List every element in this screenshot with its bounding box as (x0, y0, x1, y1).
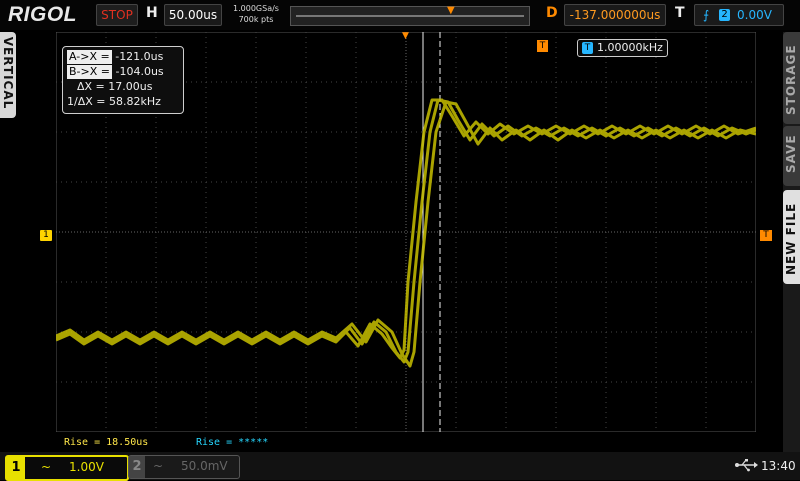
sample-rate: 1.000GSa/s (233, 4, 279, 13)
ch1-offset-marker[interactable]: 1 (40, 230, 52, 241)
storage-tab-label: STORAGE (784, 44, 798, 115)
cursor-inv-label: 1/ΔX = (67, 95, 106, 108)
trigger-level: 0.00V (737, 8, 772, 22)
delay-value[interactable]: -137.000000us (564, 4, 666, 26)
usb-icon (735, 459, 758, 472)
frequency-value: 1.00000kHz (597, 41, 663, 54)
trigger-position-marker-icon: ▼ (402, 31, 409, 41)
save-tab-label: SAVE (784, 134, 798, 173)
cursor-a-label: A->X = (67, 50, 112, 64)
rise-measurement-ch2: Rise = ***** (196, 437, 269, 448)
channel-1-scale: 1.00V (69, 460, 104, 474)
rise-measurement-ch1: Rise = 18.50us (64, 437, 149, 448)
sample-info: 1.000GSa/s 700k pts (230, 3, 282, 25)
vertical-menu-tab[interactable]: VERTICAL (0, 32, 16, 118)
cursor-inv-row: 1/ΔX = 58.82kHz (67, 95, 161, 109)
new-file-tab-label: NEW FILE (784, 202, 798, 275)
channel-2-number: 2 (129, 456, 145, 478)
run-stop-button[interactable]: STOP (96, 4, 138, 26)
cursor-a-value: -121.0us (115, 50, 164, 63)
cursor-dx-value: 17.00us (108, 80, 153, 93)
channel-1-button[interactable]: 1 ~ 1.00V (5, 455, 129, 481)
channel-1-number: 1 (7, 457, 25, 479)
cursor-b-label: B->X = (67, 65, 112, 79)
cursor-dx-label: ΔX = (77, 80, 105, 93)
memory-depth: 700k pts (238, 15, 274, 24)
cursor-readout-panel: A->X = -121.0us B->X = -104.0us ΔX = 17.… (62, 46, 184, 114)
channel-2-coupling: ~ (153, 459, 164, 473)
channel-2-scale: 50.0mV (181, 459, 228, 473)
memory-track (296, 15, 524, 17)
vertical-tab-label: VERTICAL (1, 36, 15, 110)
trigger-source: 2 (719, 9, 730, 21)
channel-2-button[interactable]: 2 ~ 50.0mV (128, 455, 240, 479)
trigger-settings[interactable]: ⨍ 2 0.00V (694, 4, 784, 26)
cursor-a-row: A->X = -121.0us (67, 50, 163, 64)
trigger-position-icon: ▼ (447, 5, 455, 16)
memory-position-bar[interactable]: ▼ (290, 5, 530, 26)
horizontal-scale[interactable]: 50.00us (164, 4, 222, 26)
frequency-counter: T 1.00000kHz (577, 39, 668, 57)
delay-label: D (546, 5, 558, 21)
trigger-label: T (675, 5, 685, 21)
clock: 13:40 (761, 459, 796, 473)
cursor-inv-value: 58.82kHz (108, 95, 161, 108)
rising-edge-icon: ⨍ (703, 8, 710, 22)
trigger-icon: T (582, 42, 593, 54)
save-menu-tab[interactable]: SAVE (783, 126, 800, 186)
trigger-time-marker: T (537, 40, 548, 52)
new-file-menu-tab[interactable]: NEW FILE (783, 190, 800, 284)
brand-logo: RIGOL (8, 3, 77, 26)
horizontal-label: H (146, 5, 158, 21)
cursor-b-value: -104.0us (115, 65, 164, 78)
cursor-b-row: B->X = -104.0us (67, 65, 164, 79)
cursor-dx-row: ΔX = 17.00us (77, 80, 152, 94)
storage-menu-tab[interactable]: STORAGE (783, 32, 800, 124)
channel-1-coupling: ~ (41, 460, 52, 474)
trigger-level-marker[interactable]: T (760, 230, 772, 241)
